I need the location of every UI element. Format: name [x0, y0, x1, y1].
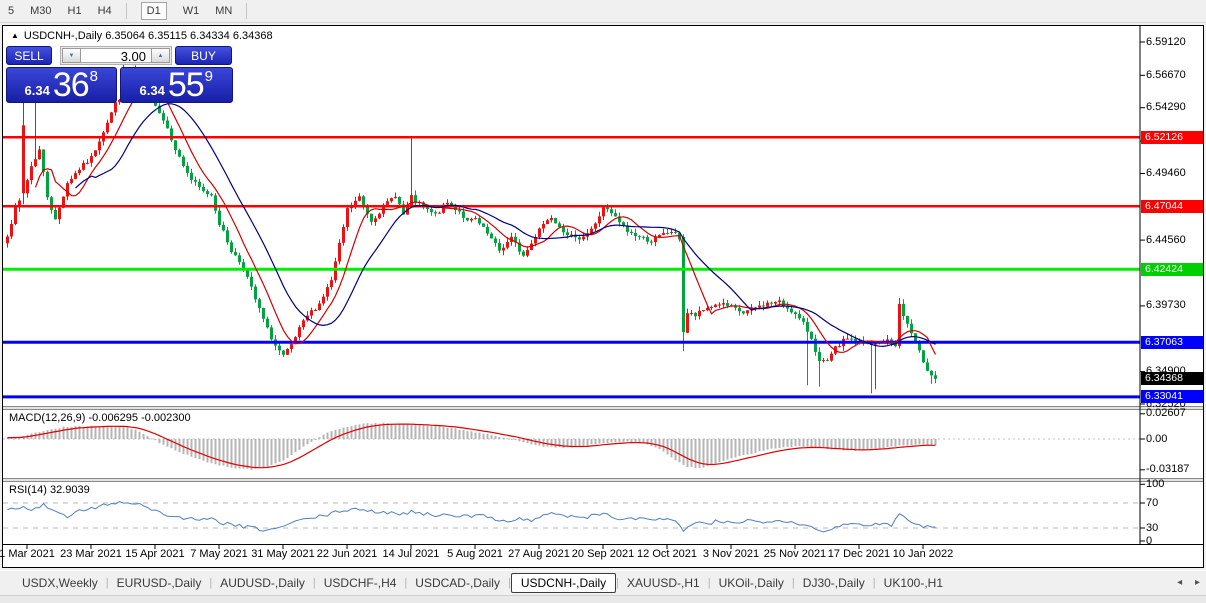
- chart-tab-usdchf-h4[interactable]: USDCHF-,H4: [316, 574, 405, 592]
- buy-price-big: 55: [167, 67, 205, 103]
- chart-window: ▲ USDCNH-,Daily 6.35064 6.35115 6.34334 6…: [0, 25, 1204, 568]
- buy-price-sup: 9: [204, 68, 213, 85]
- volume-decrease-icon[interactable]: ▼: [62, 48, 81, 63]
- chart-tab-ukoil-daily[interactable]: UKOil-,Daily: [711, 574, 792, 592]
- chart-tab-usdcnh-daily[interactable]: USDCNH-,Daily: [510, 572, 617, 593]
- price-level-badge: 6.42424: [1141, 262, 1203, 276]
- price-tick-label: 6.49460: [1146, 167, 1186, 179]
- toolbar-separator: [246, 3, 248, 19]
- sell-price-sup: 8: [89, 68, 98, 85]
- timeframe-button-H1[interactable]: H1: [68, 5, 82, 17]
- price-tick-label: 6.59120: [1146, 35, 1186, 48]
- timeframe-button-5[interactable]: 5: [8, 5, 14, 17]
- chart-tab-usdx-weekly[interactable]: USDX,Weekly: [14, 574, 106, 592]
- price-tick-label: 6.56670: [1146, 68, 1186, 81]
- rsi-tick-label: 70: [1146, 496, 1159, 509]
- tab-scroll-right-icon[interactable]: ▸: [1195, 577, 1200, 588]
- buy-price-display[interactable]: 6.34 55 9: [119, 67, 233, 103]
- date-label: 17 Dec 2021: [827, 548, 891, 560]
- one-click-trade-panel: SELL ▼ 3.00 ▲ BUY 6.34 36 8 6.34 55 9: [6, 46, 233, 103]
- chart-title-row: ▲ USDCNH-,Daily 6.35064 6.35115 6.34334 6…: [11, 30, 273, 42]
- volume-stepper: ▼ 3.00 ▲: [60, 46, 172, 65]
- main-chart-svg[interactable]: [3, 26, 1203, 567]
- price-level-badge: 6.37063: [1141, 335, 1203, 349]
- timeframe-button-W1[interactable]: W1: [183, 5, 200, 17]
- macd-indicator-label: MACD(12,26,9) -0.006295 -0.002300: [9, 412, 191, 424]
- date-label: 1 Mar 2021: [0, 548, 55, 560]
- tab-scroll-arrows: ◂ ▸: [1167, 577, 1200, 588]
- price-level-badge: 6.33041: [1141, 390, 1203, 404]
- date-label: 7 May 2021: [190, 548, 248, 560]
- chart-tab-usdcad-daily[interactable]: USDCAD-,Daily: [407, 574, 508, 592]
- date-label: 5 Aug 2021: [447, 548, 503, 560]
- rsi-tick-label: 30: [1146, 521, 1159, 534]
- price-tick-label: 6.39730: [1146, 299, 1186, 312]
- macd-layer: [3, 422, 1140, 470]
- date-label: 14 Jul 2021: [382, 548, 440, 560]
- macd-tick-label: -0.03187: [1146, 463, 1190, 476]
- macd-tick-label: 0.02607: [1146, 407, 1186, 420]
- date-label: 20 Sep 2021: [571, 548, 635, 560]
- buy-button[interactable]: BUY: [175, 46, 232, 65]
- price-tick-label: 6.54290: [1146, 101, 1186, 114]
- date-label: 31 May 2021: [251, 548, 315, 560]
- chart-tab-audusd-daily[interactable]: AUDUSD-,Daily: [212, 574, 313, 592]
- chart-tab-uk100-h1[interactable]: UK100-,H1: [876, 574, 951, 592]
- sell-price-display[interactable]: 6.34 36 8: [6, 67, 117, 103]
- price-level-badge: 6.52126: [1141, 130, 1203, 144]
- sell-button[interactable]: SELL: [6, 46, 52, 65]
- sell-price-big: 36: [52, 67, 90, 103]
- date-label: 10 Jan 2022: [892, 548, 954, 560]
- sell-price-prefix: 6.34: [24, 83, 50, 98]
- date-label: 3 Nov 2021: [702, 548, 760, 560]
- buy-price-prefix: 6.34: [139, 83, 165, 98]
- date-label: 25 Nov 2021: [763, 548, 827, 560]
- date-label: 23 Mar 2021: [60, 548, 122, 560]
- date-label: 27 Aug 2021: [508, 548, 570, 560]
- tab-scroll-left-icon[interactable]: ◂: [1177, 577, 1182, 588]
- chart-tab-eurusd-daily[interactable]: EURUSD-,Daily: [109, 574, 210, 592]
- collapse-panel-icon[interactable]: ▲: [11, 31, 19, 40]
- price-level-badge: 6.34368: [1141, 372, 1203, 386]
- rsi-tick-label: 100: [1146, 477, 1165, 490]
- chart-tab-bar: USDX,Weekly | EURUSD-,Daily | AUDUSD-,Daily |…: [0, 570, 1206, 594]
- rsi-tick-label: 0: [1146, 534, 1153, 547]
- timeframe-button-D1[interactable]: D1: [140, 2, 167, 20]
- horizontal-level-lines: [3, 135, 1140, 399]
- price-tick-label: 6.44560: [1146, 233, 1186, 246]
- date-label: 15 Apr 2021: [125, 548, 185, 560]
- rsi-indicator-label: RSI(14) 32.9039: [9, 484, 90, 496]
- timeframe-toolbar: 5 M30 H1 H4 D1 W1 MN: [0, 0, 1206, 23]
- rsi-layer: [3, 501, 1140, 533]
- volume-increase-icon[interactable]: ▲: [151, 48, 170, 63]
- chart-tab-xauusd-h1[interactable]: XAUUSD-,H1: [619, 574, 708, 592]
- toolbar-separator: [125, 3, 127, 19]
- chart-tab-dj30-daily[interactable]: DJ30-,Daily: [795, 574, 873, 592]
- timeframe-button-MN[interactable]: MN: [215, 5, 232, 17]
- date-label: 12 Oct 2021: [637, 548, 697, 560]
- price-level-badge: 6.47044: [1141, 199, 1203, 213]
- candles-layer: [6, 62, 937, 394]
- timeframe-button-H4[interactable]: H4: [98, 5, 112, 17]
- chart-title: USDCNH-,Daily 6.35064 6.35115 6.34334 6.…: [23, 30, 273, 42]
- date-label: 22 Jun 2021: [316, 548, 378, 560]
- volume-input[interactable]: 3.00: [81, 48, 151, 64]
- timeframe-button-M30[interactable]: M30: [30, 5, 51, 17]
- macd-tick-label: 0.00: [1146, 432, 1168, 445]
